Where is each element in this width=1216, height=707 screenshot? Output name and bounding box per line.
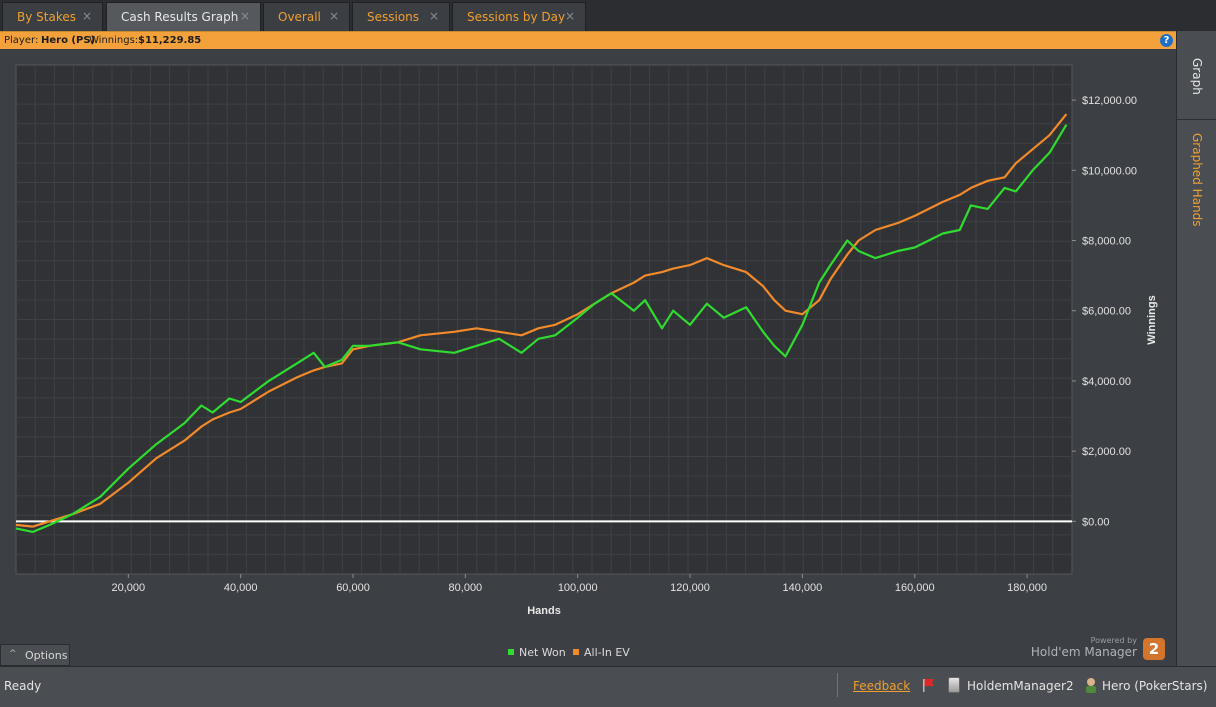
y-tick-label: $4,000.00	[1082, 376, 1131, 388]
flag-icon[interactable]	[922, 678, 936, 692]
side-tab-graphed-hands[interactable]: Graphed Hands	[1181, 121, 1213, 239]
options-button[interactable]: ^ Options	[0, 644, 70, 666]
status-text: Ready	[4, 679, 42, 693]
legend-swatch	[508, 649, 514, 655]
side-tab-graph[interactable]: Graph	[1181, 39, 1213, 113]
status-bar: Ready Feedback HoldemManager2 Hero (Poke…	[0, 666, 1216, 707]
powered-by-text: Powered by	[1090, 636, 1137, 645]
x-tick-label: 120,000	[670, 582, 710, 594]
x-tick-label: 40,000	[224, 582, 258, 594]
results-chart: 20,000 40,000 60,000 80,000 100,000 120,000 14…	[15, 64, 1158, 617]
user-avatar-icon	[1086, 678, 1096, 693]
x-tick-label: 100,000	[558, 582, 598, 594]
legend-item-net-won: Net Won	[508, 646, 566, 659]
x-tick-label: 140,000	[783, 582, 823, 594]
y-tick-label: $12,000.00	[1082, 95, 1137, 107]
options-label: Options	[25, 649, 68, 662]
brand-name: Hold'em Manager	[1030, 645, 1137, 659]
user-name[interactable]: Hero (PokerStars)	[1102, 679, 1207, 693]
legend-label: Net Won	[519, 646, 566, 659]
database-name[interactable]: HoldemManager2	[967, 679, 1074, 693]
x-tick-label: 80,000	[449, 582, 483, 594]
x-axis: 20,000 40,000 60,000 80,000 100,000 120,000 14…	[112, 574, 1047, 594]
y-tick-label: $8,000.00	[1082, 236, 1131, 248]
y-tick-label: $10,000.00	[1082, 165, 1137, 177]
legend-label: All-In EV	[584, 646, 630, 659]
brand-logo: Powered by Hold'em Manager 2	[1031, 634, 1166, 664]
legend-item-all-in-ev: All-In EV	[573, 646, 630, 659]
side-panel: Graph Graphed Hands	[1176, 31, 1216, 666]
hm2-logo-icon: 2	[1143, 638, 1165, 660]
x-tick-label: 180,000	[1007, 582, 1047, 594]
divider	[1177, 119, 1216, 120]
divider	[837, 673, 838, 697]
x-tick-label: 20,000	[112, 582, 146, 594]
chevron-up-icon: ^	[9, 649, 17, 659]
legend-swatch	[573, 649, 579, 655]
y-axis: $0.00 $2,000.00 $4,000.00 $6,000.00 $8,000.0…	[1072, 95, 1137, 528]
x-tick-label: 60,000	[336, 582, 370, 594]
database-icon	[948, 677, 960, 693]
y-tick-label: $6,000.00	[1082, 306, 1131, 318]
feedback-link[interactable]: Feedback	[853, 679, 910, 693]
x-tick-label: 160,000	[895, 582, 935, 594]
y-tick-label: $2,000.00	[1082, 446, 1131, 458]
x-axis-title: Hands	[527, 605, 561, 617]
y-axis-title: Winnings	[1146, 295, 1158, 344]
y-tick-label: $0.00	[1082, 516, 1110, 528]
